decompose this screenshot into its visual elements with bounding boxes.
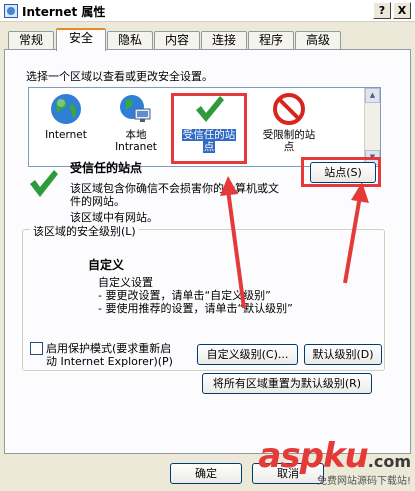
- tab-security[interactable]: 安全: [56, 28, 106, 51]
- help-button[interactable]: ?: [373, 2, 391, 19]
- zone-internet-label: Internet: [45, 129, 87, 141]
- site-watermark: aspku.com 免费网站源码下载站!: [258, 436, 411, 487]
- custom-level-button[interactable]: 自定义级别(C)...: [197, 344, 298, 365]
- security-level-line3: - 要使用推荐的设置，请单击“默认级别”: [98, 302, 293, 315]
- zone-intranet-label: 本地: [125, 129, 147, 141]
- zone-title: 受信任的站点: [70, 161, 143, 175]
- restricted-icon: [273, 93, 305, 125]
- intranet-icon: [120, 95, 151, 122]
- protected-mode-label-line2: 动 Internet Explorer)(P): [46, 355, 173, 368]
- security-level-title: 自定义: [88, 258, 125, 272]
- zone-restricted-label-2: 点: [283, 141, 295, 153]
- scroll-up-icon[interactable]: ▲: [365, 88, 380, 103]
- watermark-logo: aspku: [258, 436, 368, 476]
- watermark-tld: .com: [367, 452, 411, 471]
- annotation-box-sites-button: [301, 157, 381, 187]
- zone-intranet-label-2: Intranet: [115, 141, 157, 153]
- tab-advanced[interactable]: 高级: [295, 31, 341, 50]
- zone-local-intranet[interactable]: 本地 Intranet: [101, 92, 171, 153]
- zone-description-line2: 件的网站。: [70, 195, 125, 208]
- trusted-zone-checkmark-icon: [30, 170, 58, 197]
- zone-list-scrollbar[interactable]: ▲ ▼: [364, 88, 380, 166]
- ok-button[interactable]: 确定: [170, 463, 242, 484]
- annotation-box-trusted-zone: [171, 93, 247, 164]
- internet-options-icon: [4, 4, 18, 18]
- zone-restricted-label: 受限制的站: [262, 129, 316, 141]
- close-button[interactable]: X: [393, 2, 411, 19]
- tab-programs[interactable]: 程序: [248, 31, 294, 50]
- tab-general[interactable]: 常规: [8, 31, 54, 50]
- tab-privacy[interactable]: 隐私: [107, 31, 153, 50]
- default-level-button[interactable]: 默认级别(D): [304, 344, 382, 365]
- zone-restricted-sites[interactable]: 受限制的站 点: [251, 92, 327, 153]
- globe-icon: [51, 94, 81, 124]
- zone-internet[interactable]: Internet: [31, 92, 101, 141]
- zone-instruction: 选择一个区域以查看或更改安全设置。: [26, 70, 213, 83]
- window-title: Internet 属性: [22, 5, 106, 19]
- security-level-group-label: 该区域的安全级别(L): [30, 223, 139, 239]
- tab-content[interactable]: 内容: [154, 31, 200, 50]
- tab-connections[interactable]: 连接: [201, 31, 247, 50]
- protected-mode-checkbox[interactable]: [30, 342, 43, 355]
- reset-all-zones-button[interactable]: 将所有区域重置为默认级别(R): [202, 373, 372, 394]
